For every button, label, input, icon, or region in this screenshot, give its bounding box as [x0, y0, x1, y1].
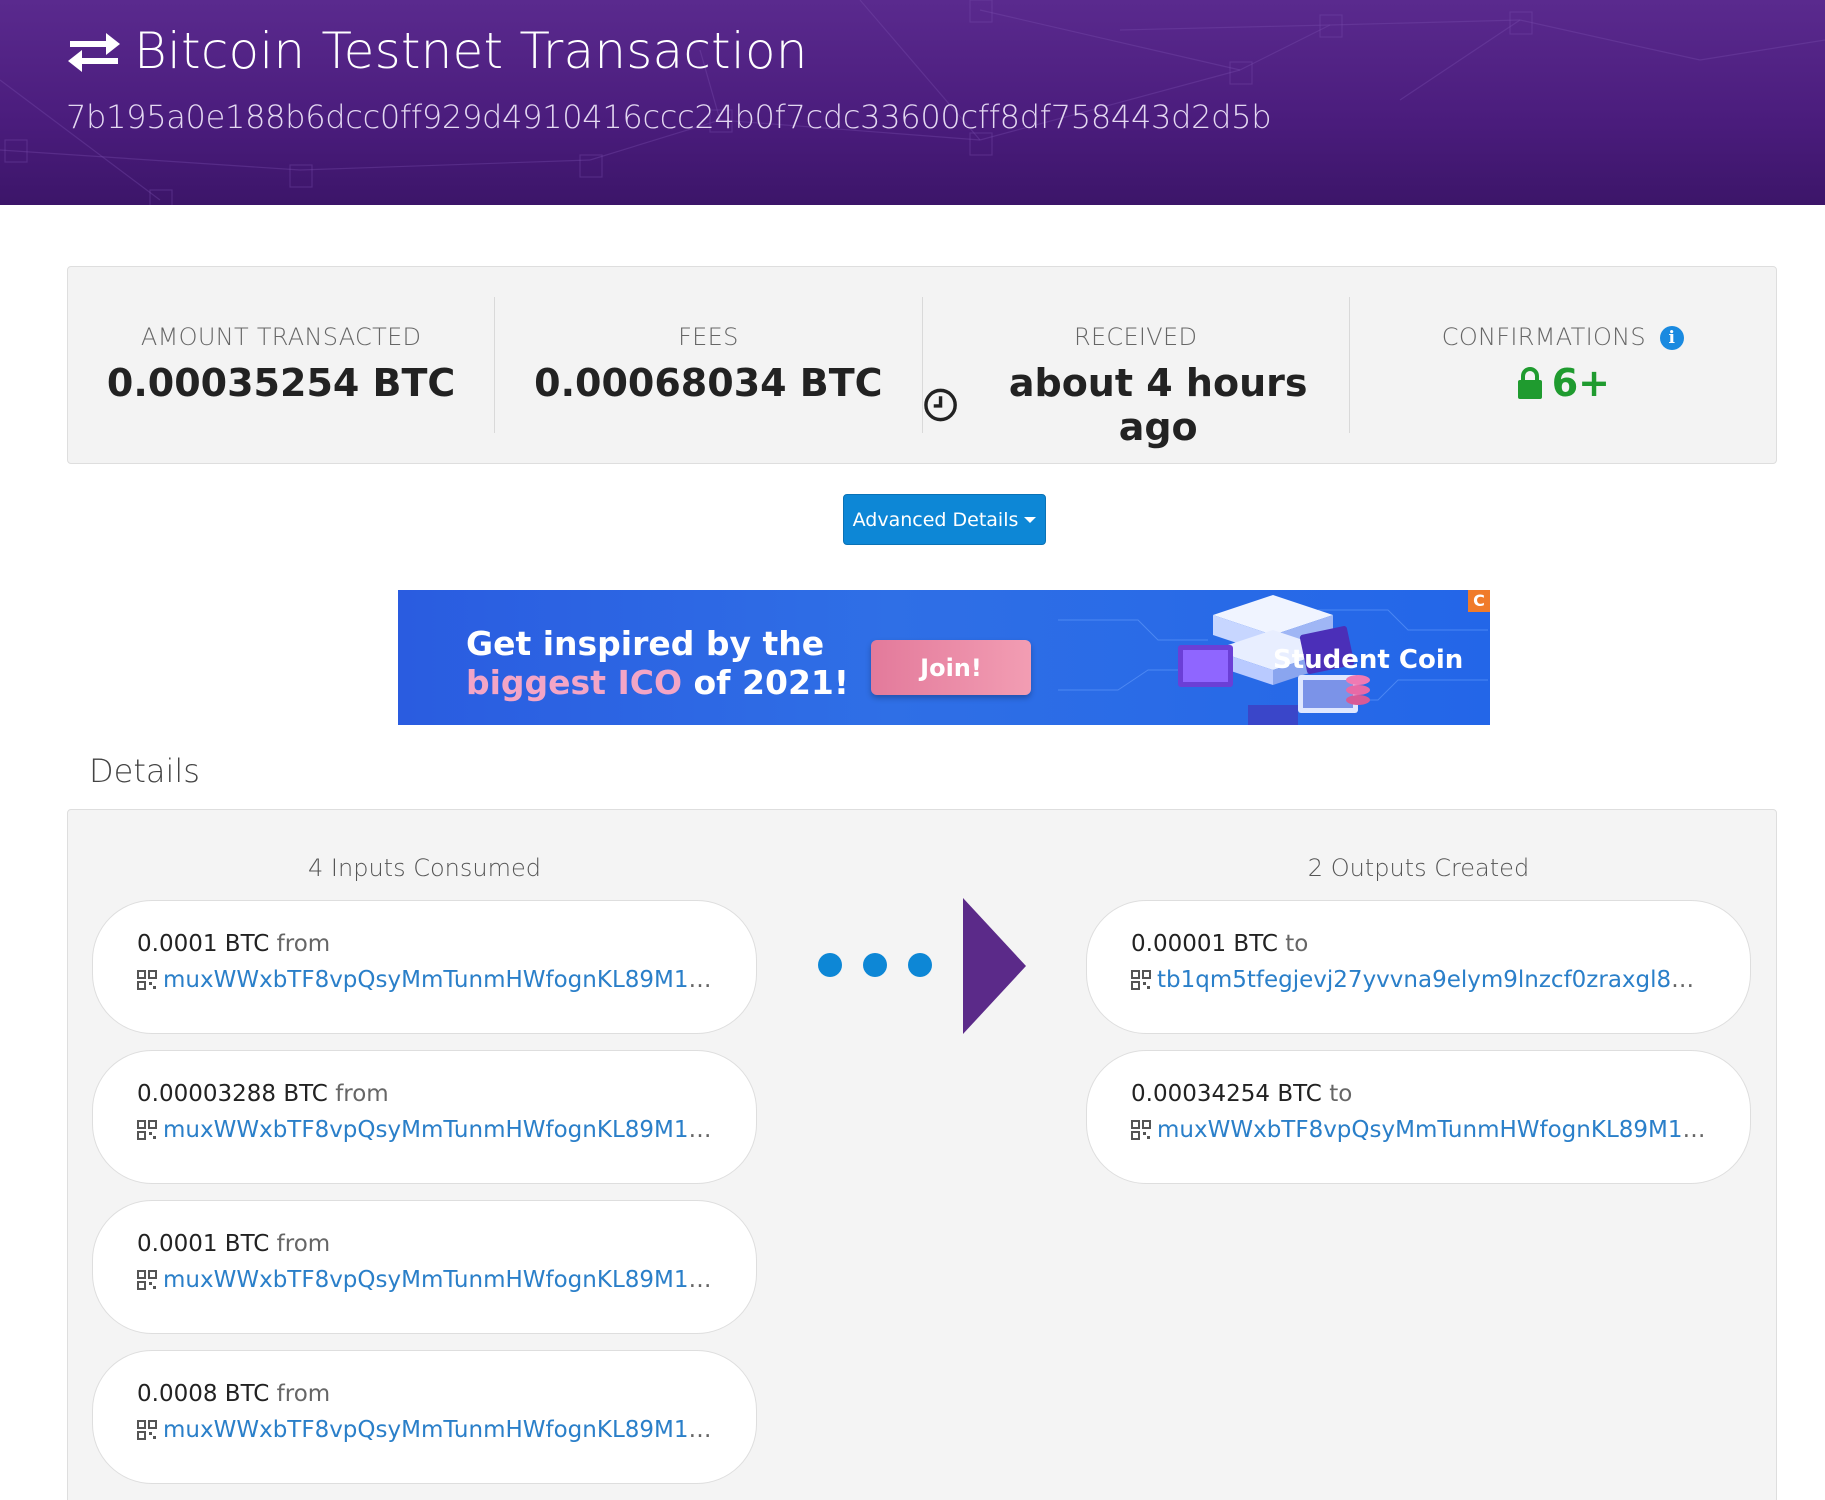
output-card: 0.00034254 BTC to muxWWxbTF8vpQsyMmTunmH…: [1086, 1050, 1751, 1184]
confirmations-label: CONFIRMATIONS: [1441, 323, 1646, 351]
input-address-link[interactable]: muxWWxbTF8vpQsyMmTunmHWfognKL89M1o: [163, 1117, 712, 1143]
input-amount-row: 0.00003288 BTC from: [137, 1081, 712, 1107]
received-label: RECEIVED: [1073, 323, 1198, 351]
qr-code-icon[interactable]: [137, 1120, 157, 1140]
qr-code-icon[interactable]: [137, 970, 157, 990]
input-amount-row: 0.0008 BTC from: [137, 1381, 712, 1407]
qr-code-icon[interactable]: [137, 1420, 157, 1440]
input-address-row: muxWWxbTF8vpQsyMmTunmHWfognKL89M1o (o...: [137, 1417, 712, 1443]
input-amount: 0.0008 BTC: [137, 1381, 270, 1407]
input-amount: 0.00003288 BTC: [137, 1081, 328, 1107]
ad-headline: Get inspired by the biggest ICO of 2021!: [466, 624, 849, 702]
output-address-row: tb1qm5tfegjevj27yvvna9elym9lnzcf0zraxgl8…: [1131, 967, 1706, 993]
ad-headline-line1: Get inspired by the: [466, 624, 825, 663]
input-address-link[interactable]: muxWWxbTF8vpQsyMmTunmHWfognKL89M1o: [163, 967, 712, 993]
input-amount-row: 0.0001 BTC from: [137, 1231, 712, 1257]
input-address-row: muxWWxbTF8vpQsyMmTunmHWfognKL89M1o (o...: [137, 1117, 712, 1143]
qr-code-icon[interactable]: [1131, 970, 1151, 990]
ad-headline-highlight: biggest ICO: [466, 663, 683, 702]
transaction-summary-panel: AMOUNT TRANSACTED 0.00035254 BTC FEES 0.…: [67, 266, 1777, 464]
clock-icon: [923, 388, 957, 422]
output-direction: to: [1329, 1081, 1353, 1107]
page-title: Bitcoin Testnet Transaction: [134, 22, 808, 80]
input-address-link[interactable]: muxWWxbTF8vpQsyMmTunmHWfognKL89M1o: [163, 1417, 712, 1443]
input-card: 0.0001 BTC from muxWWxbTF8vpQsyMmTunmHWf…: [92, 1200, 757, 1334]
output-amount-row: 0.00034254 BTC to: [1131, 1081, 1706, 1107]
ad-headline-line2: biggest ICO of 2021!: [466, 663, 849, 702]
confirmations-value-row: 6+: [1350, 361, 1776, 405]
details-panel: 4 Inputs Consumed 2 Outputs Created 0.00…: [67, 809, 1777, 1500]
ad-banner[interactable]: Get inspired by the biggest ICO of 2021!…: [398, 590, 1490, 725]
amount-label: AMOUNT TRANSACTED: [140, 323, 422, 351]
advanced-details-button[interactable]: Advanced Details: [843, 494, 1046, 545]
advanced-details-label: Advanced Details: [852, 508, 1019, 531]
fees-label: FEES: [678, 323, 739, 351]
exchange-arrows-icon: [68, 33, 120, 72]
output-amount: 0.00034254 BTC: [1131, 1081, 1322, 1107]
ad-brand-name: Student Coin: [1273, 645, 1464, 675]
input-amount: 0.0001 BTC: [137, 931, 270, 957]
input-amount-row: 0.0001 BTC from: [137, 931, 712, 957]
page-header: Bitcoin Testnet Transaction 7b195a0e188b…: [0, 0, 1825, 205]
lock-icon: [1517, 367, 1542, 399]
confirmations-value: 6+: [1551, 361, 1611, 405]
qr-code-icon[interactable]: [137, 1270, 157, 1290]
details-heading: Details: [89, 752, 200, 790]
qr-code-icon[interactable]: [1131, 1120, 1151, 1140]
output-address-row: muxWWxbTF8vpQsyMmTunmHWfognKL89M1o (u...: [1131, 1117, 1706, 1143]
confirmations-stat: CONFIRMATIONS i 6+: [1350, 297, 1776, 433]
input-address-row: muxWWxbTF8vpQsyMmTunmHWfognKL89M1o (o...: [137, 1267, 712, 1293]
input-amount: 0.0001 BTC: [137, 1231, 270, 1257]
output-card: 0.00001 BTC to tb1qm5tfegjevj27yvvna9ely…: [1086, 900, 1751, 1034]
input-direction: from: [276, 1381, 331, 1407]
input-card: 0.00003288 BTC from muxWWxbTF8vpQsyMmTun…: [92, 1050, 757, 1184]
input-direction: from: [276, 1231, 331, 1257]
output-amount-row: 0.00001 BTC to: [1131, 931, 1706, 957]
info-icon[interactable]: i: [1659, 326, 1684, 350]
input-address-link[interactable]: muxWWxbTF8vpQsyMmTunmHWfognKL89M1o: [163, 1267, 712, 1293]
input-direction: from: [276, 931, 331, 957]
amount-value: 0.00035254 BTC: [106, 361, 456, 405]
caret-down-icon: [1024, 516, 1037, 523]
received-value: about 4 hours ago: [1008, 361, 1308, 449]
outputs-header: 2 Outputs Created: [1307, 854, 1530, 882]
input-card: 0.0008 BTC from muxWWxbTF8vpQsyMmTunmHWf…: [92, 1350, 757, 1484]
flow-dot: [908, 953, 932, 977]
input-card: 0.0001 BTC from muxWWxbTF8vpQsyMmTunmHWf…: [92, 900, 757, 1034]
confirmations-label-row: CONFIRMATIONS i: [1350, 323, 1776, 351]
ad-join-button[interactable]: Join!: [871, 640, 1031, 695]
received-value-row: about 4 hours ago: [923, 361, 1349, 449]
output-address-link[interactable]: tb1qm5tfegjevj27yvvna9elym9lnzcf0zraxgl8…: [1157, 967, 1698, 993]
output-status: (spent): [1698, 967, 1706, 993]
received-stat: RECEIVED about 4 hours ago: [923, 297, 1350, 449]
flow-dot: [818, 953, 842, 977]
output-address-link[interactable]: muxWWxbTF8vpQsyMmTunmHWfognKL89M1o: [1157, 1117, 1706, 1143]
input-direction: from: [335, 1081, 389, 1107]
input-address-row: muxWWxbTF8vpQsyMmTunmHWfognKL89M1o (o...: [137, 967, 712, 993]
fees-stat: FEES 0.00068034 BTC: [495, 297, 923, 433]
output-direction: to: [1285, 931, 1309, 957]
fees-value: 0.00068034 BTC: [534, 361, 883, 405]
inputs-header: 4 Inputs Consumed: [308, 854, 541, 882]
ad-choices-icon[interactable]: C: [1468, 590, 1490, 612]
flow-dot: [863, 953, 887, 977]
flow-arrow-icon: [963, 898, 1026, 1034]
amount-stat: AMOUNT TRANSACTED 0.00035254 BTC: [68, 297, 496, 433]
output-amount: 0.00001 BTC: [1131, 931, 1278, 957]
ad-headline-rest: of 2021!: [682, 663, 849, 702]
transaction-hash: 7b195a0e188b6dcc0ff929d4910416ccc24b0f7c…: [66, 98, 1272, 136]
